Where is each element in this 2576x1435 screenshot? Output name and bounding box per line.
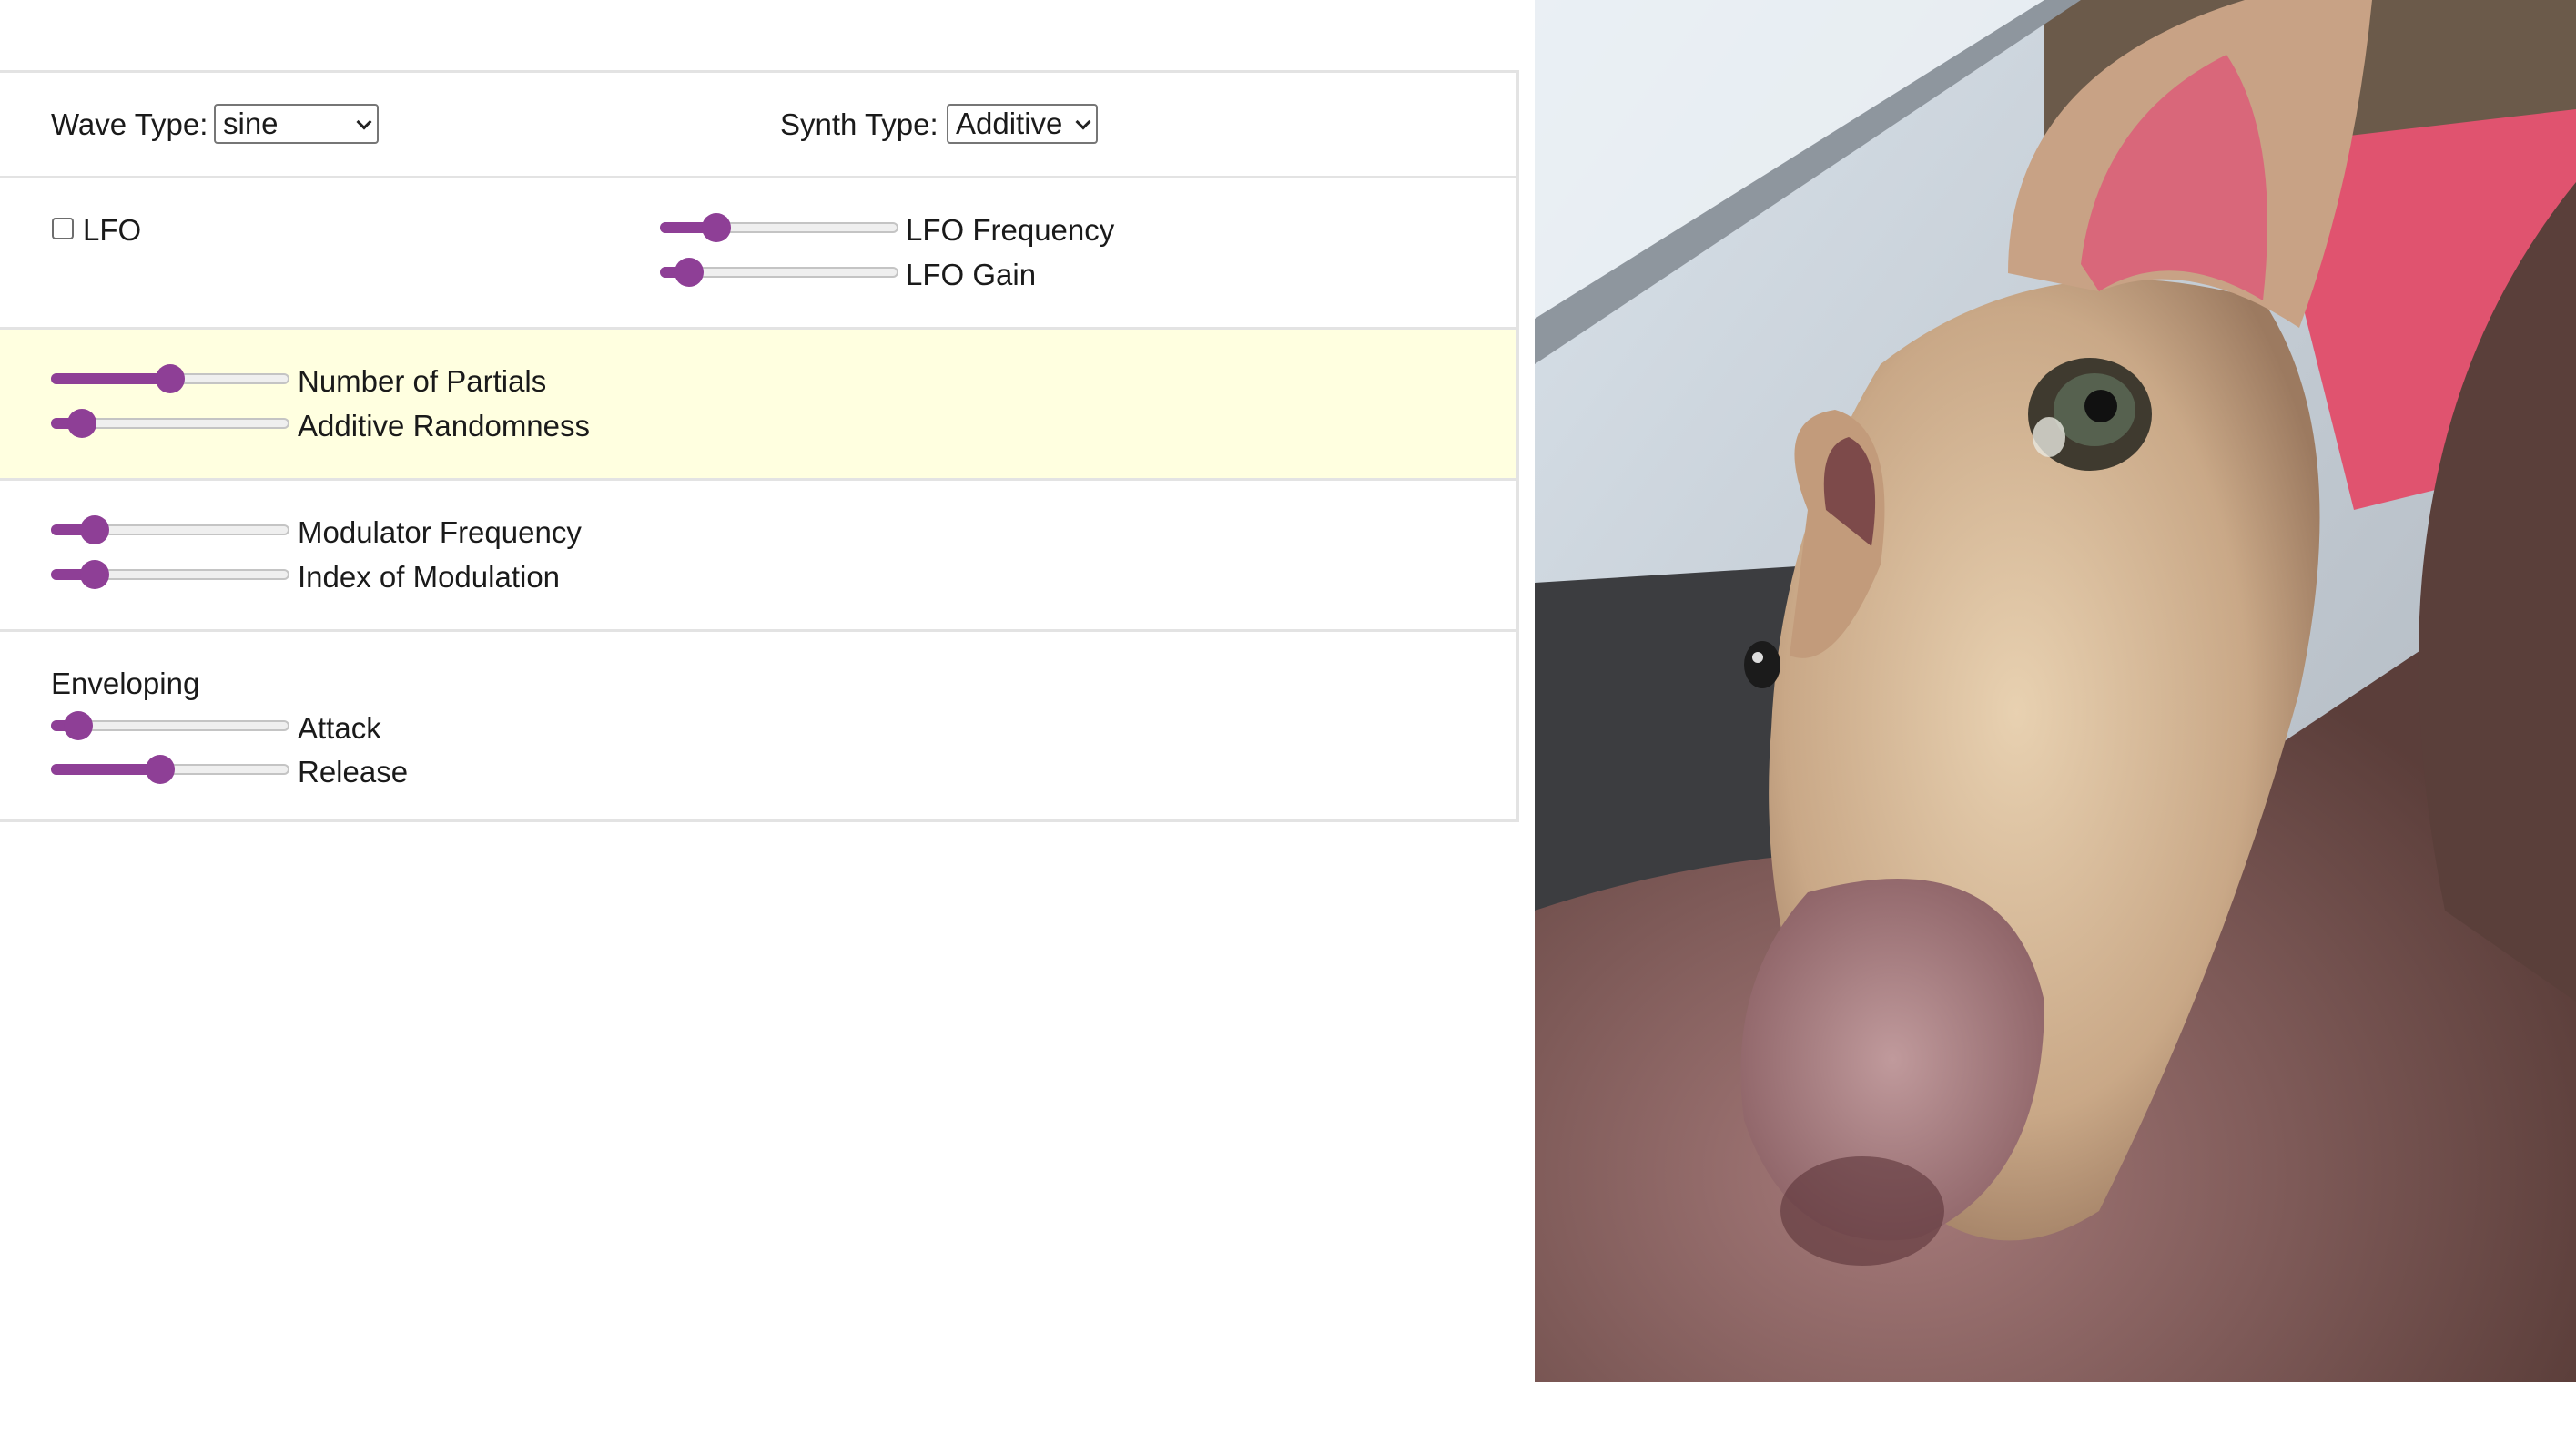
synth-type-select[interactable]: Additive [947,104,1098,144]
slider-thumb[interactable] [156,364,185,393]
slider-thumb[interactable] [674,258,705,287]
synth-type-value: Additive [956,107,1063,140]
additive-section: Number of Partials Additive Randomness [0,327,1519,478]
lfo-section: LFO LFO Frequency LFO Gain [0,176,1519,327]
lfo-label: LFO [83,213,142,247]
attack-slider[interactable] [51,711,289,740]
number-of-partials-slider[interactable] [51,364,289,393]
chevron-down-icon [1075,114,1091,130]
wave-type-label: Wave Type: [51,107,208,141]
modulator-frequency-slider[interactable] [51,515,289,544]
slider-fill [51,764,160,775]
enveloping-section: Enveloping Attack Release [0,629,1519,822]
wave-type-value: sine [223,107,279,140]
additive-randomness-slider[interactable] [51,409,289,438]
slider-thumb[interactable] [67,409,97,438]
slider-thumb[interactable] [702,213,731,242]
synth-control-panel: Wave Type: sine Synth Type: Additive LFO… [0,70,1519,822]
slider-thumb[interactable] [80,515,110,544]
slider-thumb[interactable] [145,755,175,784]
type-section: Wave Type: sine Synth Type: Additive [0,70,1519,176]
wave-type-select[interactable]: sine [214,104,379,144]
chevron-down-icon [356,114,372,130]
lfo-gain-slider[interactable] [660,258,898,287]
slider-thumb[interactable] [80,560,110,589]
index-of-modulation-label: Index of Modulation [298,560,561,594]
page: Wave Type: sine Synth Type: Additive LFO… [0,0,2576,1435]
modulator-frequency-label: Modulator Frequency [298,515,582,549]
lfo-checkbox[interactable] [52,218,74,239]
number-of-partials-label: Number of Partials [298,364,547,398]
release-slider[interactable] [51,755,289,784]
slider-fill [51,373,170,384]
lfo-frequency-label: LFO Frequency [906,213,1115,247]
release-label: Release [298,755,409,789]
enveloping-heading: Enveloping [51,667,200,700]
lfo-frequency-slider[interactable] [660,213,898,242]
index-of-modulation-slider[interactable] [51,560,289,589]
fm-section: Modulator Frequency Index of Modulation [0,478,1519,629]
attack-label: Attack [298,711,381,745]
dog-photo [1535,0,2576,1382]
synth-type-label: Synth Type: [780,107,938,141]
additive-randomness-label: Additive Randomness [298,409,591,443]
slider-thumb[interactable] [63,711,93,740]
lfo-gain-label: LFO Gain [906,258,1037,291]
